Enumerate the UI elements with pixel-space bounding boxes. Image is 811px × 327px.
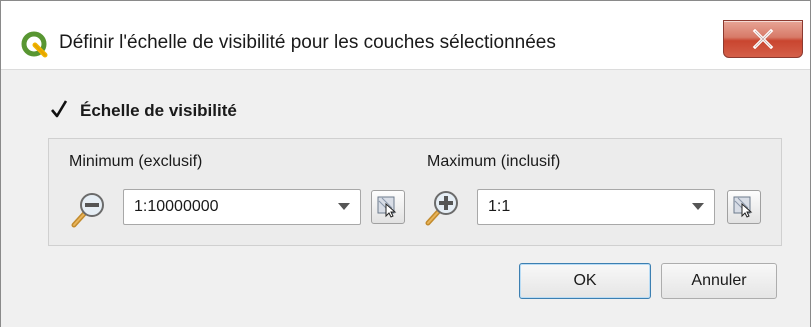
- maximum-scale-combobox[interactable]: 1:1: [477, 189, 715, 225]
- chevron-down-icon: [692, 203, 704, 210]
- close-icon: [752, 29, 774, 49]
- checkmark-icon: [51, 100, 68, 118]
- map-pointer-icon: [733, 196, 753, 218]
- minimum-scale-value: 1:10000000: [134, 198, 219, 215]
- maximum-label: Maximum (inclusif): [427, 153, 561, 170]
- window-title: Définir l'échelle de visibilité pour les…: [59, 32, 556, 53]
- visibility-label: Échelle de visibilité: [80, 101, 237, 120]
- zoom-in-icon: [425, 191, 458, 226]
- dialog-body: Échelle de visibilité Minimum (exclusif)…: [1, 69, 810, 327]
- ok-button[interactable]: OK: [519, 263, 651, 299]
- maximum-set-current-scale-button[interactable]: [727, 190, 761, 224]
- minimum-label: Minimum (exclusif): [69, 153, 203, 170]
- scale-visibility-dialog: Définir l'échelle de visibilité pour les…: [0, 0, 811, 327]
- zoom-out-icon: [71, 193, 104, 228]
- maximum-scale-value: 1:1: [488, 198, 511, 215]
- title-bar: Définir l'échelle de visibilité pour les…: [1, 1, 810, 69]
- minimum-set-current-scale-button[interactable]: [371, 190, 405, 224]
- minimum-scale-combobox[interactable]: 1:10000000: [123, 189, 361, 225]
- map-pointer-icon: [377, 196, 397, 218]
- chevron-down-icon: [338, 203, 350, 210]
- scale-range-group: Minimum (exclusif) 1:10000000 Maximum (i…: [48, 138, 782, 246]
- cancel-button[interactable]: Annuler: [661, 263, 777, 299]
- qgis-logo-icon: [21, 31, 48, 58]
- close-button[interactable]: [723, 20, 803, 58]
